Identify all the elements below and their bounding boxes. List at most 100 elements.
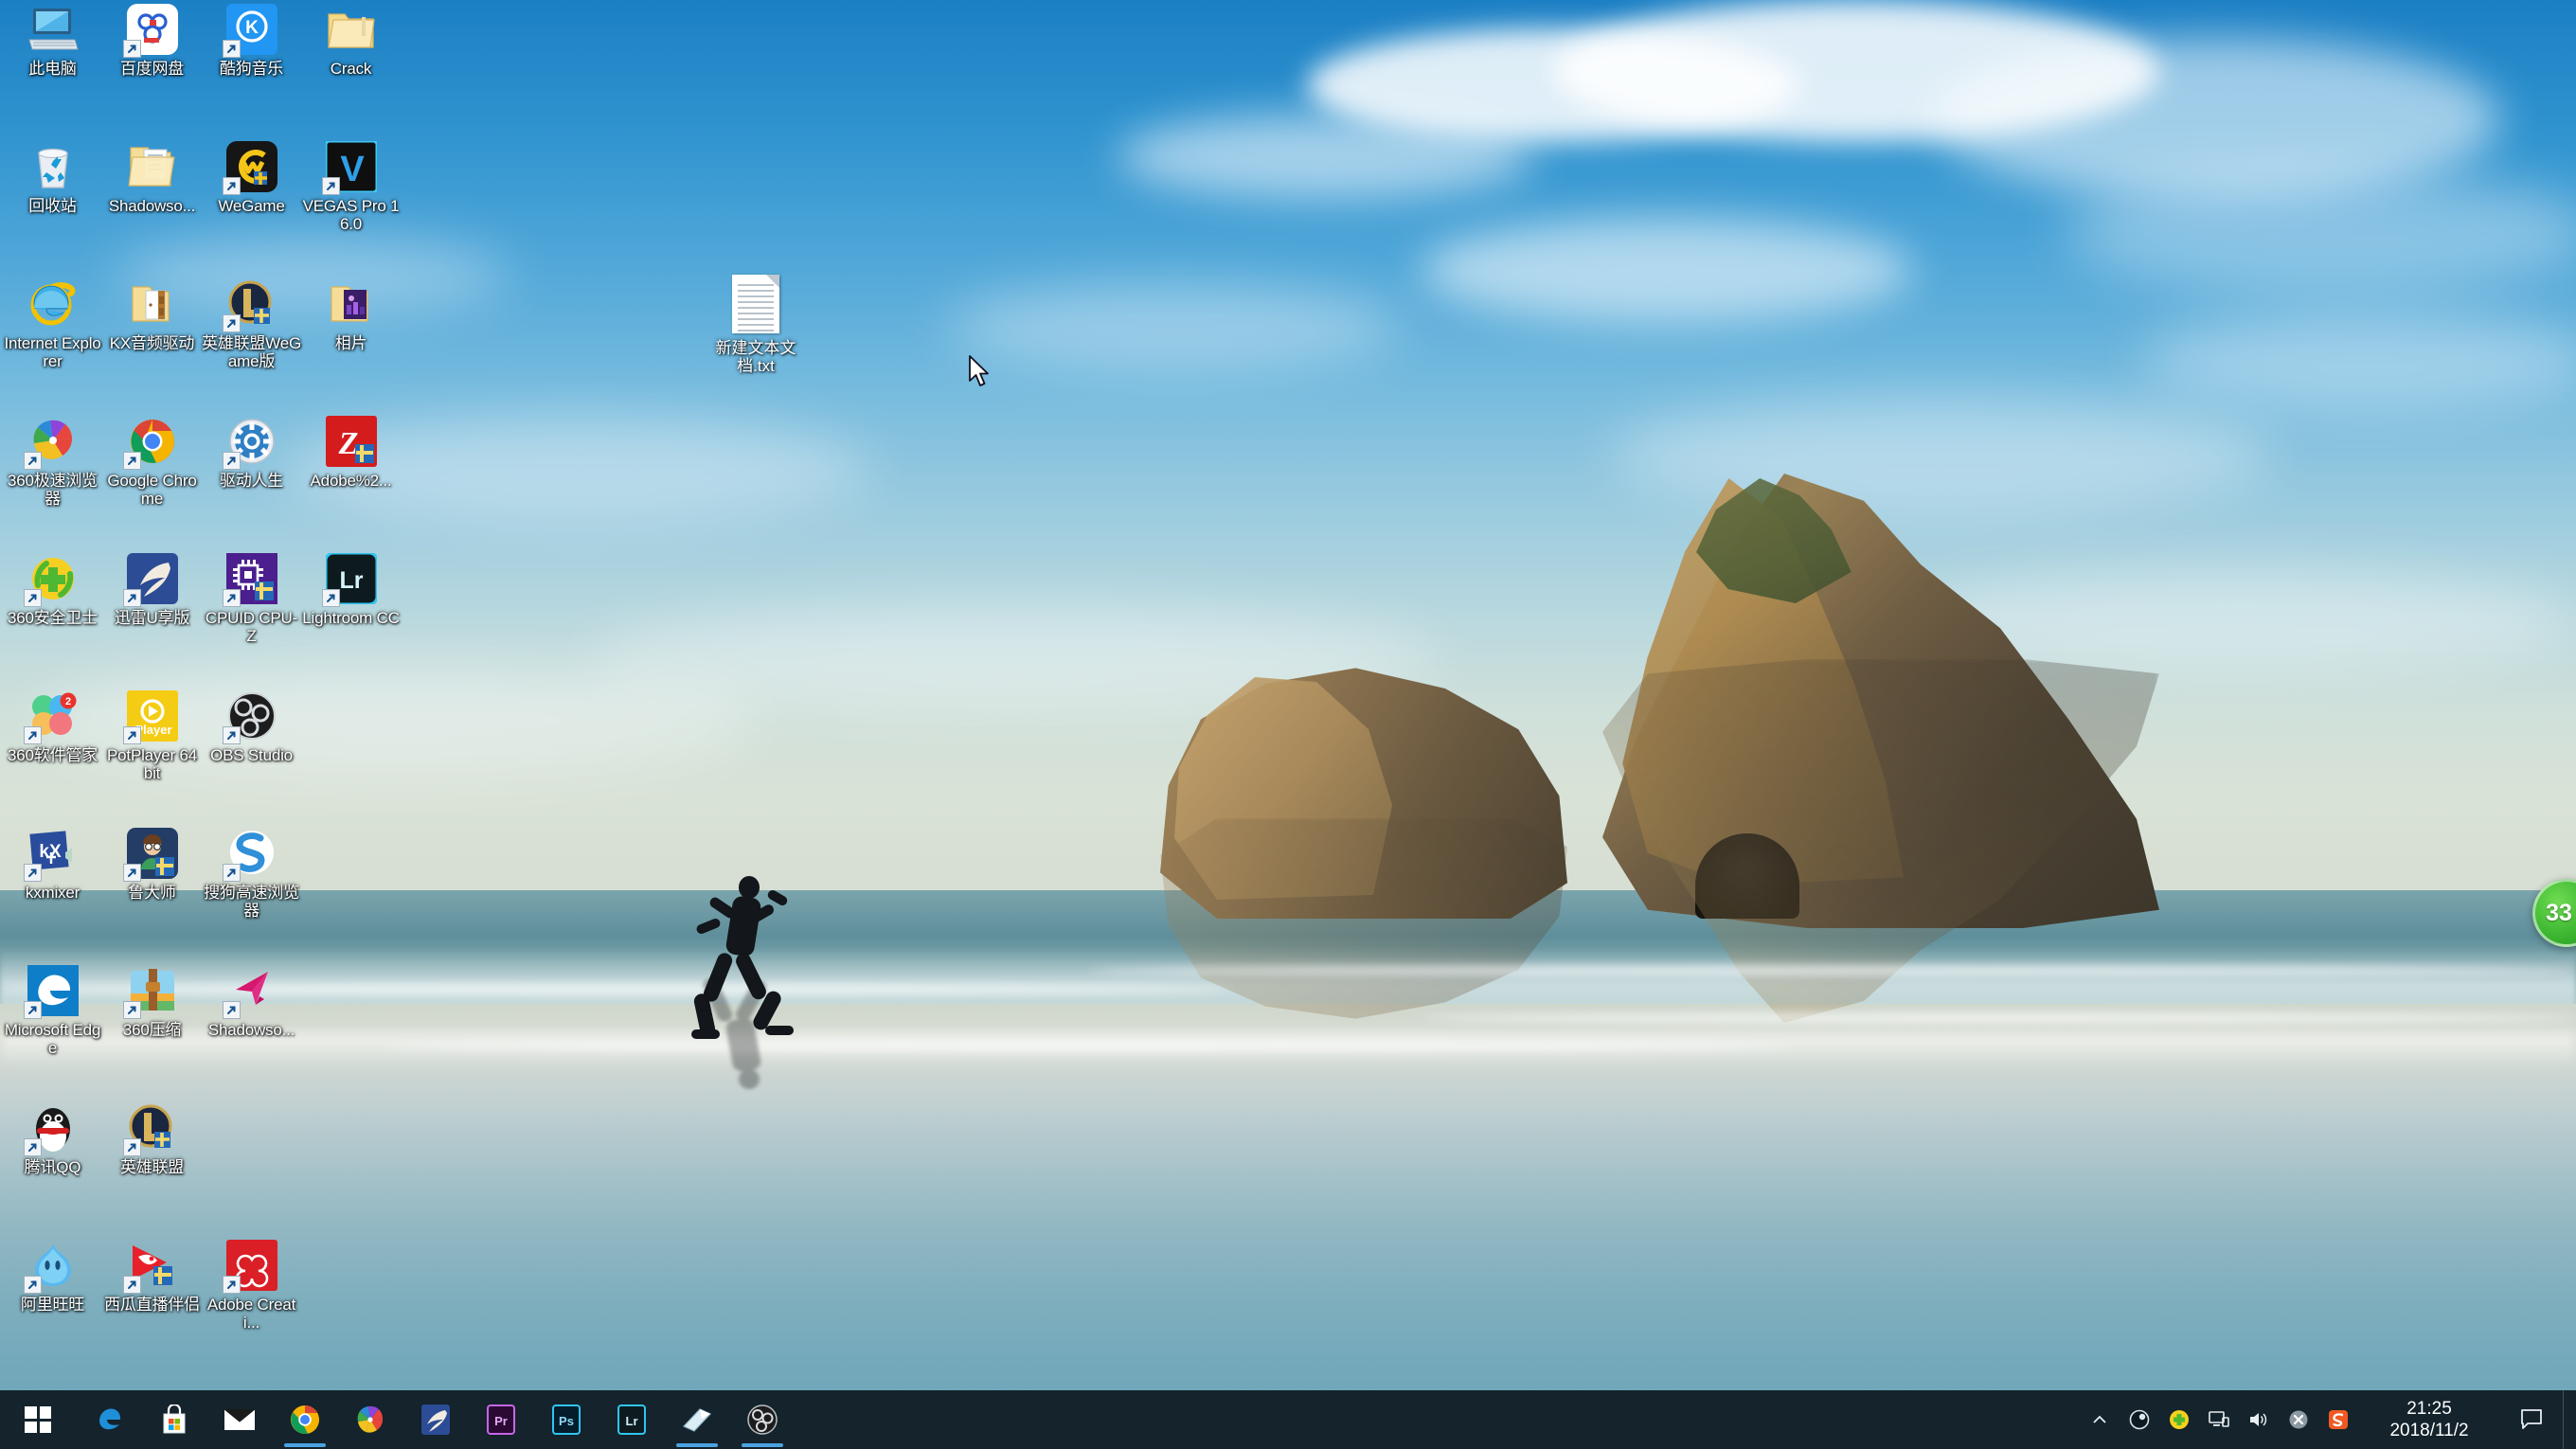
folder-documents-icon — [126, 140, 179, 193]
desktop-icon-microsoft-edge[interactable]: Microsoft Edge — [2, 964, 103, 1057]
desktop-icon-adobe-creative-cloud[interactable]: Adobe Creati... — [201, 1239, 302, 1332]
steelseries-icon[interactable] — [2120, 1390, 2159, 1449]
desktop-icon-vegas-pro[interactable]: V VEGAS Pro 16.0 — [300, 140, 402, 233]
system-tray: 21:25 2018/11/2 — [2080, 1390, 2576, 1449]
desktop-icon-label: 驱动人生 — [219, 472, 284, 490]
svg-text:Pr: Pr — [494, 1414, 508, 1428]
desktop-icon-label: 西瓜直播伴侣 — [104, 1296, 200, 1314]
shortcut-overlay-icon — [23, 589, 42, 607]
taskbar-button-360-chrome-browser[interactable] — [337, 1390, 402, 1449]
svg-text:Lr: Lr — [339, 567, 363, 594]
sogou-ime-icon[interactable] — [2318, 1390, 2358, 1449]
foam-line — [379, 1042, 1799, 1051]
shortcut-overlay-icon — [23, 1138, 42, 1156]
desktop-icon-360-zip[interactable]: 360压缩 — [101, 964, 203, 1039]
lightroom-icon: Lr — [616, 1404, 648, 1436]
taskbar-app-buttons: Pr Ps Lr — [76, 1390, 795, 1449]
desktop-icon-thunder-xunlei[interactable]: 迅雷U享版 — [101, 552, 203, 627]
desktop-icon-label: CPUID CPU-Z — [205, 609, 298, 645]
desktop-icon-xigua-live[interactable]: 西瓜直播伴侣 — [101, 1239, 203, 1314]
taskbar-button-microsoft-edge[interactable] — [76, 1390, 141, 1449]
desktop-icon-baidu-netdisk[interactable]: 百度网盘 — [101, 3, 203, 78]
desktop-icon-open-folder[interactable]: KX音频驱动 — [101, 277, 203, 352]
desktop-icon-adobe-zii[interactable]: Z Adobe%2... — [300, 415, 402, 490]
desktop-icon-this-pc[interactable]: 此电脑 — [2, 3, 103, 78]
desktop-icon-360-software-manager[interactable]: 2 360软件管家 — [2, 689, 103, 764]
shortcut-overlay-icon — [122, 1138, 141, 1156]
desktop-icon-360-chrome-browser[interactable]: 360极速浏览器 — [2, 415, 103, 508]
taskbar-button-mail[interactable] — [206, 1390, 272, 1449]
desktop-icon-internet-explorer[interactable]: Internet Explorer — [2, 277, 103, 370]
desktop-icon-sogou-browser[interactable]: 搜狗高速浏览器 — [201, 827, 302, 920]
desktop-icon-label: Adobe Creati... — [206, 1296, 296, 1332]
cloud — [1610, 398, 2273, 511]
taskbar-button-lightroom[interactable]: Lr — [599, 1390, 664, 1449]
cloud — [2140, 313, 2576, 407]
desktop-icon-shadowsocks[interactable]: Shadowso... — [201, 964, 302, 1039]
microsoft-store-icon — [158, 1404, 190, 1436]
onedrive-error-icon[interactable] — [2279, 1390, 2318, 1449]
desktop-icon-label: 360压缩 — [122, 1021, 182, 1039]
taskbar-button-thunder-xunlei[interactable] — [402, 1390, 468, 1449]
lol-wegame-icon — [222, 277, 278, 332]
taskbar-button-premiere-pro[interactable]: Pr — [468, 1390, 533, 1449]
shortcut-overlay-icon — [122, 726, 141, 744]
clock-date: 2018/11/2 — [2389, 1421, 2469, 1440]
shortcut-overlay-icon — [122, 1001, 141, 1019]
desktop-icon-tencent-qq[interactable]: 腾讯QQ — [2, 1101, 103, 1176]
taskbar-clock[interactable]: 21:25 2018/11/2 — [2358, 1390, 2500, 1449]
desktop-icon-drivethelife[interactable]: 驱动人生 — [201, 415, 302, 490]
obs-studio-icon — [222, 689, 278, 744]
360-safeguard-icon — [23, 552, 80, 607]
desktop-icon-kxmixer[interactable]: kX kxmixer — [2, 827, 103, 902]
taskbar-button-photoshop[interactable]: Ps — [533, 1390, 599, 1449]
desktop-icon-ludashi[interactable]: 鲁大师 — [101, 827, 203, 902]
desktop-icon-label: Internet Explorer — [4, 334, 101, 370]
desktop-icon-photos-folder[interactable]: 相片 — [300, 277, 402, 352]
desktop-icon-grid: 此电脑 百度网盘 K 酷狗音乐 Crack 回收站 Shadowso... We… — [0, 0, 417, 1354]
360-chrome-browser-icon — [354, 1404, 386, 1436]
desktop-icon-folder-documents[interactable]: Shadowso... — [101, 140, 203, 215]
desktop-icon-lightroom-cc[interactable]: Lr Lightroom CC — [300, 552, 402, 627]
google-chrome-icon — [289, 1404, 321, 1436]
show-desktop-button[interactable] — [2563, 1390, 2576, 1449]
action-center-button[interactable] — [2500, 1390, 2563, 1449]
tencent-qq-icon — [23, 1101, 80, 1156]
taskbar-empty-area[interactable] — [795, 1390, 2080, 1449]
desktop-icon-label: PotPlayer 64 bit — [107, 746, 197, 782]
desktop-icon-360-safeguard[interactable]: 360安全卫士 — [2, 552, 103, 627]
shortcut-overlay-icon — [222, 726, 241, 744]
shortcut-overlay-icon — [23, 1001, 42, 1019]
desktop-icon-label: Lightroom CC — [302, 609, 400, 627]
taskbar-button-obs-studio[interactable] — [729, 1390, 795, 1449]
desktop-icon-google-chrome[interactable]: Google Chrome — [101, 415, 203, 508]
desktop-icon-recycle-bin[interactable]: 回收站 — [2, 140, 103, 215]
taskbar-button-snipping-tool[interactable] — [664, 1390, 729, 1449]
360-software-manager-icon: 2 — [23, 689, 80, 744]
volume-icon[interactable] — [2239, 1390, 2279, 1449]
desktop-icon-obs-studio[interactable]: OBS Studio — [201, 689, 302, 764]
desktop-icon-label: Adobe%2... — [310, 472, 392, 490]
desktop-icon-lol-wegame[interactable]: 英雄联盟WeGame版 — [201, 277, 302, 370]
desktop-icon-kugou-music[interactable]: K 酷狗音乐 — [201, 3, 302, 78]
desktop-icon-folder[interactable]: Crack — [300, 3, 402, 78]
shortcut-overlay-icon — [23, 726, 42, 744]
desktop-icon-aliwangwang[interactable]: 阿里旺旺 — [2, 1239, 103, 1314]
desktop-icon-label: VEGAS Pro 16.0 — [302, 197, 400, 233]
start-button[interactable] — [0, 1390, 76, 1449]
desktop-icon-potplayer[interactable]: Player PotPlayer 64 bit — [101, 689, 203, 782]
chevron-up-icon[interactable] — [2080, 1390, 2120, 1449]
wegame-icon — [222, 140, 278, 195]
desktop-icon-cpuz[interactable]: CPUID CPU-Z — [201, 552, 302, 645]
360-zip-icon — [122, 964, 179, 1019]
sogou-browser-icon — [222, 827, 278, 882]
network-icon[interactable] — [2199, 1390, 2239, 1449]
taskbar-button-google-chrome[interactable] — [272, 1390, 337, 1449]
taskbar-button-microsoft-store[interactable] — [141, 1390, 206, 1449]
desktop-file-new-text-document[interactable]: 新建文本文档.txt — [703, 275, 809, 375]
360-safeguard-tray-icon[interactable] — [2159, 1390, 2199, 1449]
desktop-icon-league-of-legends[interactable]: 英雄联盟 — [101, 1101, 203, 1176]
shortcut-overlay-icon — [23, 452, 42, 470]
shortcut-overlay-icon — [222, 1276, 241, 1294]
desktop-icon-wegame[interactable]: WeGame — [201, 140, 302, 215]
